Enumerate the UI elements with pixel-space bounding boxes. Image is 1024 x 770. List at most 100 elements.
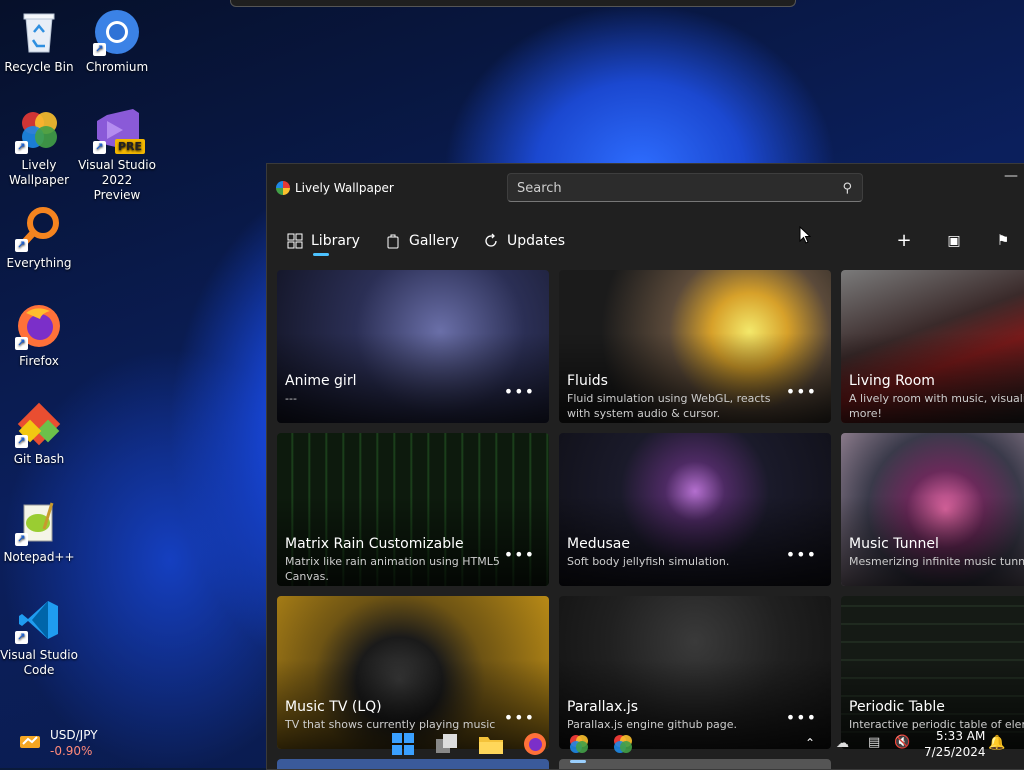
more-options-icon[interactable]: ••• [786, 708, 817, 727]
desktop-icon-label: Lively Wallpaper [8, 158, 70, 187]
wallpaper-card[interactable]: Periodic Table Interactive periodic tabl… [841, 596, 1024, 749]
shortcut-arrow-icon: ↗ [15, 239, 28, 252]
shortcut-arrow-icon: ↗ [15, 435, 28, 448]
screen-layout-button[interactable]: ▣ [940, 228, 968, 254]
task-view-button[interactable] [434, 731, 460, 757]
desktop-icon-visual-studio-2022-preview[interactable]: PRE ↗ Visual Studio 2022 Preview [78, 106, 156, 203]
file-explorer-button[interactable] [478, 731, 504, 757]
cloud-offline-icon[interactable]: ☁ [836, 736, 849, 751]
card-title: Matrix Rain Customizable [285, 536, 464, 552]
wallpaper-card[interactable]: Anime girl --- ••• [277, 270, 549, 423]
desktop-icon-label: Firefox [19, 354, 59, 368]
minimize-button[interactable]: — [1001, 168, 1021, 188]
shortcut-arrow-icon: ↗ [93, 141, 106, 154]
desktop-icon-label: Notepad++ [3, 550, 75, 564]
network-icon[interactable]: ▤ [868, 735, 880, 750]
lively-taskbar-button[interactable] [566, 731, 592, 757]
clock-date[interactable]: 7/25/2024 [924, 745, 986, 759]
title-bar[interactable]: Lively Wallpaper Search ⚲ — [267, 164, 1024, 210]
nav-bar: Library Gallery Updates + ▣ ⚑ [267, 220, 1024, 262]
card-description: Soft body jellyfish simulation. [567, 555, 730, 568]
more-options-icon[interactable]: ••• [786, 545, 817, 564]
wallpaper-card[interactable]: Matrix Rain Customizable Matrix like rai… [277, 433, 549, 586]
desktop-icon-label: Chromium [85, 60, 149, 74]
lively-wallpaper-window: Lively Wallpaper Search ⚲ — Library Gall… [266, 163, 1024, 770]
card-title: Fluids [567, 373, 608, 389]
desktop-icon-git-bash[interactable]: ↗ Git Bash [0, 400, 78, 467]
card-title: Parallax.js [567, 699, 639, 715]
lively-secondary-taskbar-button[interactable] [610, 731, 636, 757]
tab-updates-label: Updates [507, 233, 565, 249]
card-description: --- [285, 392, 297, 405]
widget-title: USD/JPY [50, 728, 98, 742]
folder-icon [479, 737, 503, 754]
tab-library-label: Library [311, 233, 360, 249]
tab-updates[interactable]: Updates [483, 226, 565, 256]
desktop-icon-label: Visual Studio Code [0, 648, 78, 677]
card-description: A lively room with music, visualize more… [849, 392, 1024, 420]
add-wallpaper-button[interactable]: + [890, 228, 918, 254]
tab-library[interactable]: Library [287, 226, 360, 256]
lively-wallpaper-icon [570, 735, 588, 753]
wallpaper-card[interactable]: Medusae Soft body jellyfish simulation. … [559, 433, 831, 586]
shortcut-arrow-icon: ↗ [93, 43, 106, 56]
search-placeholder: Search [517, 181, 562, 196]
active-app-indicator [570, 760, 586, 763]
desktop-icon-label: Visual Studio 2022 Preview [78, 158, 156, 202]
desktop-icon-chromium[interactable]: ↗ Chromium [78, 8, 156, 75]
card-description: Fluid simulation using WebGL, reacts wit… [567, 392, 771, 420]
tab-gallery[interactable]: Gallery [385, 226, 459, 256]
preview-badge: PRE [114, 139, 145, 154]
widget-value: -0.90% [50, 744, 93, 758]
refresh-icon [485, 233, 497, 247]
visual-studio-icon: PRE ↗ [93, 106, 145, 154]
more-options-icon[interactable]: ••• [504, 545, 535, 564]
card-description: Matrix like rain animation using HTML5 C… [285, 555, 500, 583]
firefox-taskbar-button[interactable] [522, 731, 548, 757]
wallpaper-card[interactable]: Music TV (LQ) TV that shows currently pl… [277, 596, 549, 749]
shortcut-arrow-icon: ↗ [15, 533, 28, 546]
shortcut-arrow-icon: ↗ [15, 141, 28, 154]
search-icon[interactable]: ⚲ [842, 174, 852, 203]
gallery-bag-icon [387, 234, 399, 249]
wallpaper-card[interactable]: Fluids Fluid simulation using WebGL, rea… [559, 270, 831, 423]
lively-logo-icon [276, 181, 290, 195]
notification-bell-icon[interactable]: 🔔 [988, 735, 1005, 751]
selected-tab-indicator [313, 253, 329, 256]
start-button[interactable] [390, 731, 416, 757]
wallpaper-card[interactable]: Living Room A lively room with music, vi… [841, 270, 1024, 423]
chromium-icon: ↗ [93, 8, 141, 56]
tab-gallery-label: Gallery [409, 233, 459, 249]
desktop-icon-firefox[interactable]: ↗ Firefox [0, 302, 78, 369]
card-title: Anime girl [285, 373, 357, 389]
search-input[interactable]: Search ⚲ [507, 173, 863, 202]
card-title: Music Tunnel [849, 536, 939, 552]
clock-time[interactable]: 5:33 AM [936, 729, 985, 743]
windows-logo-icon [392, 733, 414, 755]
more-options-icon[interactable]: ••• [504, 382, 535, 401]
desktop-icon-lively-wallpaper[interactable]: ↗ Lively Wallpaper [0, 106, 78, 188]
git-bash-icon: ↗ [15, 400, 63, 448]
desktop-icon-notepad-plus-plus[interactable]: ↗ Notepad++ [0, 498, 78, 565]
chevron-up-icon[interactable]: ⌃ [805, 736, 815, 750]
window-title: Lively Wallpaper [295, 181, 394, 195]
more-options-icon[interactable]: ••• [786, 382, 817, 401]
top-window-edge [230, 0, 796, 7]
shortcut-arrow-icon: ↗ [15, 631, 28, 644]
control-panel-button[interactable]: ⚑ [989, 228, 1017, 254]
desktop-icon-visual-studio-code[interactable]: ↗ Visual Studio Code [0, 596, 78, 678]
desktop-icon-label: Recycle Bin [4, 60, 74, 74]
volume-muted-icon[interactable]: 🔇 [894, 735, 910, 750]
card-description: TV that shows currently playing music [285, 718, 496, 731]
wallpaper-card[interactable]: Music Tunnel Mesmerizing infinite music … [841, 433, 1024, 586]
wallpaper-card[interactable]: Parallax.js Parallax.js engine github pa… [559, 596, 831, 749]
plus-icon: + [896, 230, 912, 251]
desktop-icon-everything[interactable]: ↗ Everything [0, 204, 78, 271]
desktop-icon-recycle-bin[interactable]: Recycle Bin [0, 8, 78, 75]
desktop-icon-label: Git Bash [13, 452, 65, 466]
control-panel-icon: ⚑ [996, 233, 1010, 249]
more-options-icon[interactable]: ••• [504, 708, 535, 727]
monitor-icon: ▣ [947, 233, 961, 249]
card-title: Medusae [567, 536, 630, 552]
mouse-cursor-icon [799, 226, 811, 244]
